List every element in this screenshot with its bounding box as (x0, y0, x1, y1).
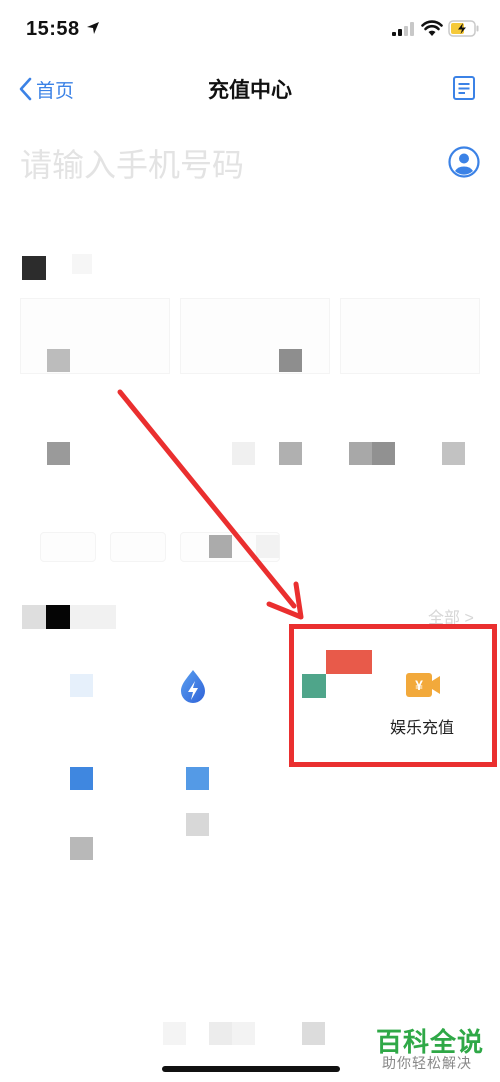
option-pill[interactable] (110, 532, 166, 562)
contact-person-icon[interactable] (448, 146, 480, 178)
mosaic-block (372, 442, 395, 465)
phone-number-input[interactable] (20, 140, 420, 190)
mosaic-block[interactable] (70, 674, 93, 697)
currency-symbol: ¥ (415, 677, 423, 693)
mosaic-block (186, 813, 209, 836)
mosaic-block (70, 605, 116, 629)
mosaic-block (47, 442, 70, 465)
amount-card[interactable] (20, 298, 170, 374)
mosaic-block (22, 256, 46, 280)
mosaic-block[interactable] (186, 767, 209, 790)
mosaic-block (46, 605, 70, 629)
watermark-subtitle: 助你轻松解决 (382, 1055, 472, 1071)
mosaic-block (209, 535, 232, 558)
mosaic-block (72, 254, 92, 274)
mosaic-block (22, 605, 46, 629)
mosaic-block (232, 1022, 255, 1045)
home-indicator[interactable] (162, 1066, 340, 1072)
mosaic-block (279, 349, 302, 372)
wifi-icon (421, 20, 443, 36)
mosaic-block (442, 442, 465, 465)
back-button[interactable]: 首页 (18, 74, 74, 104)
water-drop-lightning-icon[interactable] (177, 668, 209, 704)
amount-card[interactable] (180, 298, 330, 374)
mosaic-block[interactable] (302, 674, 326, 698)
mosaic-block (256, 535, 279, 558)
mosaic-block (279, 442, 302, 465)
option-pill[interactable] (40, 532, 96, 562)
page-title: 充值中心 (208, 79, 292, 102)
back-label: 首页 (36, 80, 75, 102)
entertainment-recharge-label: 娱乐充值 (390, 720, 455, 737)
chevron-left-icon (19, 77, 32, 101)
mosaic-block (232, 442, 255, 465)
mosaic-block (349, 442, 372, 465)
mosaic-block (163, 1022, 186, 1045)
cellular-signal-icon (392, 22, 414, 36)
mosaic-block[interactable] (70, 767, 93, 790)
mosaic-block (302, 1022, 325, 1045)
mosaic-block (209, 1022, 232, 1045)
status-time: 15:58 (26, 18, 80, 40)
ticket-video-icon[interactable]: ¥ (405, 670, 441, 700)
amount-card[interactable] (340, 298, 480, 374)
view-all-link[interactable]: 全部 > (428, 604, 474, 628)
mosaic-block (47, 349, 70, 372)
order-list-icon[interactable] (452, 75, 476, 101)
mosaic-block[interactable] (70, 837, 93, 860)
mosaic-block[interactable] (326, 650, 372, 674)
location-arrow-icon (87, 22, 99, 34)
battery-charging-icon (448, 20, 479, 37)
